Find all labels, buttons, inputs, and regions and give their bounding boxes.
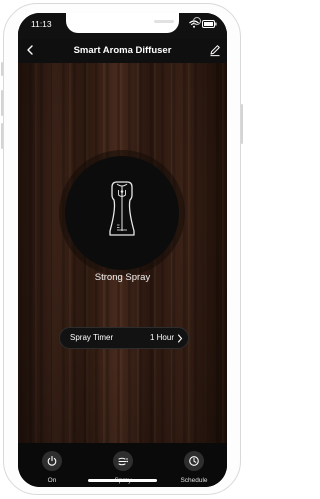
spray-timer-button[interactable]: Spray Timer 1 Hour	[59, 327, 189, 349]
schedule-button[interactable]	[184, 451, 204, 471]
chevron-right-icon	[177, 334, 183, 343]
battery-icon	[202, 19, 217, 28]
pencil-icon[interactable]	[209, 43, 221, 57]
power-icon	[47, 456, 57, 466]
speaker-grille	[154, 20, 174, 23]
schedule-label: Schedule	[180, 477, 208, 484]
on-label: On	[47, 477, 57, 484]
on-button[interactable]	[42, 451, 62, 471]
phone-side-button	[241, 104, 243, 144]
spray-button[interactable]	[113, 451, 133, 471]
front-camera	[193, 17, 201, 25]
spray-timer-value: 1 Hour	[149, 333, 174, 342]
phone-side-button	[1, 62, 3, 76]
phone-side-button	[1, 123, 3, 149]
spray-mode-label: Strong Spray	[94, 272, 151, 283]
camera-notch	[66, 13, 201, 33]
diffuser-icon	[109, 181, 135, 236]
app-screen: 11:13 Smart Aroma Diffuser Strong Spray …	[18, 13, 227, 487]
spray-timer-label: Spray Timer	[70, 333, 114, 342]
clock-icon	[189, 456, 199, 466]
spray-icon	[118, 457, 128, 466]
home-indicator[interactable]	[88, 479, 157, 482]
status-time: 11:13	[31, 19, 52, 29]
phone-side-button	[1, 90, 3, 116]
nav-bar: Smart Aroma Diffuser	[18, 39, 227, 63]
page-title: Smart Aroma Diffuser	[73, 45, 172, 56]
